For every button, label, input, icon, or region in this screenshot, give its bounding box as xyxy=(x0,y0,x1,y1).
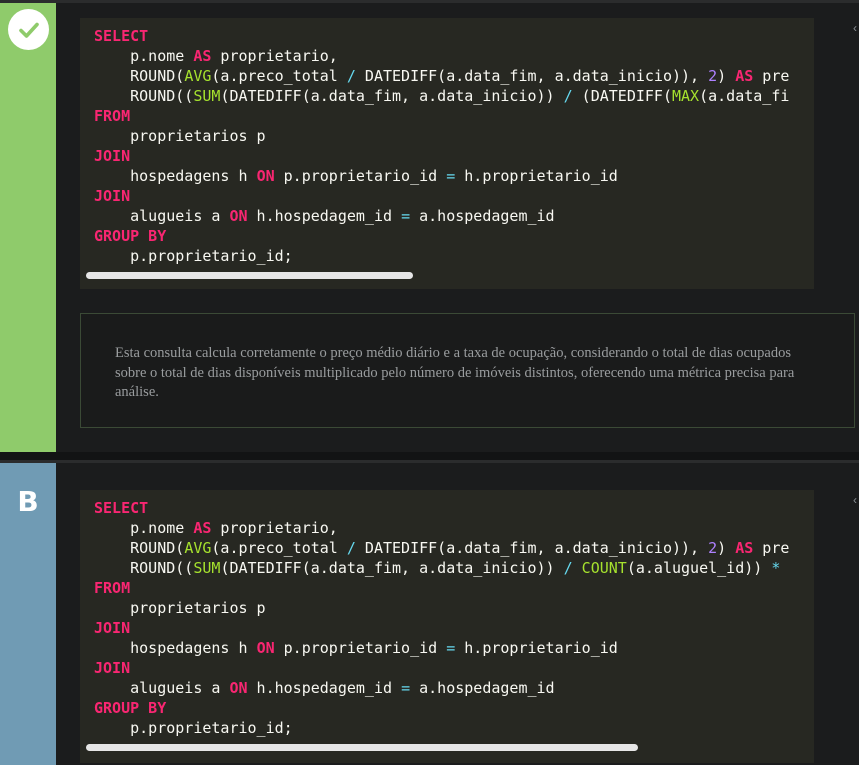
code-text: p.proprietario_id; xyxy=(94,719,293,737)
code-token-kw: ON xyxy=(256,639,275,657)
code-token-num: 2 xyxy=(708,67,718,85)
code-block[interactable]: SELECT p.nome AS proprietario, ROUND(AVG… xyxy=(80,490,814,763)
code-text: a.hospedagem_id xyxy=(410,207,555,225)
code-token-kw: JOIN xyxy=(94,187,131,205)
chevron-icon: ‹ xyxy=(853,493,857,507)
sql-code: SELECT p.nome AS proprietario, ROUND(AVG… xyxy=(80,18,814,266)
code-token-kw: AS xyxy=(735,539,754,557)
code-token-sym: / xyxy=(346,67,356,85)
code-text: pre xyxy=(753,67,790,85)
code-text: ROUND( xyxy=(94,539,185,557)
code-text: (DATEDIFF(a.data_fim, a.data_inicio)) xyxy=(220,559,564,577)
code-token-fn: AVG xyxy=(184,67,212,85)
code-text: ROUND(( xyxy=(94,87,194,105)
horizontal-scrollbar[interactable] xyxy=(84,744,810,751)
code-text: hospedagens h xyxy=(94,639,257,657)
code-text: hospedagens h xyxy=(94,167,257,185)
code-text: a.hospedagem_id xyxy=(410,679,555,697)
code-token-sym: = xyxy=(446,167,456,185)
code-token-sym: = xyxy=(446,639,456,657)
code-text: p.proprietario_id; xyxy=(94,247,293,265)
code-text: proprietario, xyxy=(211,519,338,537)
code-token-kw: ON xyxy=(229,207,248,225)
code-text: (a.data_fi xyxy=(699,87,790,105)
code-text: ROUND(( xyxy=(94,559,194,577)
option-label-stripe: B xyxy=(0,463,56,765)
code-text: DATEDIFF(a.data_fim, a.data_inicio)), xyxy=(355,67,709,85)
code-token-sym: = xyxy=(401,679,411,697)
code-text: ) xyxy=(717,67,736,85)
code-text: h.proprietario_id xyxy=(455,639,618,657)
code-text: (DATEDIFF( xyxy=(572,87,672,105)
code-text: ROUND( xyxy=(94,67,185,85)
code-text: h.hospedagem_id xyxy=(247,679,402,697)
code-token-fn: MAX xyxy=(671,87,700,105)
scrollbar-thumb[interactable] xyxy=(86,272,413,279)
code-token-kw: AS xyxy=(193,519,212,537)
code-token-num: 2 xyxy=(708,539,718,557)
explanation-text: Esta consulta calcula corretamente o pre… xyxy=(115,345,795,400)
code-token-kw: GROUP BY xyxy=(94,227,167,245)
correct-indicator-stripe xyxy=(0,3,56,452)
code-token-kw: ON xyxy=(229,679,248,697)
code-token-kw: SELECT xyxy=(94,499,149,517)
answer-option-a[interactable]: SELECT p.nome AS proprietario, ROUND(AVG… xyxy=(0,0,859,452)
code-token-sym: * xyxy=(771,559,781,577)
code-token-kw: JOIN xyxy=(94,659,131,677)
code-text: alugueis a xyxy=(94,679,230,697)
code-text: DATEDIFF(a.data_fim, a.data_inicio)), xyxy=(355,539,709,557)
code-text: proprietarios p xyxy=(94,599,266,617)
code-text: alugueis a xyxy=(94,207,230,225)
code-text: p.nome xyxy=(94,519,194,537)
code-token-fn: AVG xyxy=(184,539,212,557)
code-text: proprietario, xyxy=(211,47,338,65)
horizontal-scrollbar[interactable] xyxy=(84,272,810,279)
code-token-sym: / xyxy=(346,539,356,557)
code-token-kw: AS xyxy=(193,47,212,65)
sql-code: SELECT p.nome AS proprietario, ROUND(AVG… xyxy=(80,490,814,738)
code-token-sym: / xyxy=(563,559,573,577)
code-text: p.proprietario_id xyxy=(274,167,447,185)
code-token-kw: AS xyxy=(735,67,754,85)
code-text: h.proprietario_id xyxy=(455,167,618,185)
code-token-kw: GROUP BY xyxy=(94,699,167,717)
explanation-box: Esta consulta calcula corretamente o pre… xyxy=(80,313,855,428)
code-text: (a.aluguel_id)) xyxy=(626,559,772,577)
code-token-kw: SELECT xyxy=(94,27,149,45)
code-token-fn: SUM xyxy=(193,559,221,577)
code-text: pre xyxy=(753,539,790,557)
code-token-sym: = xyxy=(401,207,411,225)
code-token-fn: SUM xyxy=(193,87,221,105)
scrollbar-thumb[interactable] xyxy=(86,744,638,751)
code-text: h.hospedagem_id xyxy=(247,207,402,225)
answer-option-b[interactable]: B SELECT p.nome AS proprietario, ROUND(A… xyxy=(0,460,859,765)
option-divider xyxy=(0,452,859,460)
code-text: ) xyxy=(717,539,736,557)
code-token-kw: FROM xyxy=(94,107,131,125)
code-token-fn: COUNT xyxy=(581,559,627,577)
code-text: p.nome xyxy=(94,47,194,65)
code-text: proprietarios p xyxy=(94,127,266,145)
code-token-kw: JOIN xyxy=(94,619,131,637)
code-token-kw: JOIN xyxy=(94,147,131,165)
code-text: p.proprietario_id xyxy=(274,639,447,657)
code-token-sym: / xyxy=(563,87,573,105)
check-icon xyxy=(8,9,49,50)
code-text: (DATEDIFF(a.data_fim, a.data_inicio)) xyxy=(220,87,564,105)
code-token-kw: ON xyxy=(256,167,275,185)
code-text: (a.preco_total xyxy=(211,67,347,85)
code-block[interactable]: SELECT p.nome AS proprietario, ROUND(AVG… xyxy=(80,18,814,289)
option-letter: B xyxy=(17,485,39,518)
code-text: (a.preco_total xyxy=(211,539,347,557)
chevron-icon: ‹ xyxy=(853,21,857,35)
code-token-kw: FROM xyxy=(94,579,131,597)
